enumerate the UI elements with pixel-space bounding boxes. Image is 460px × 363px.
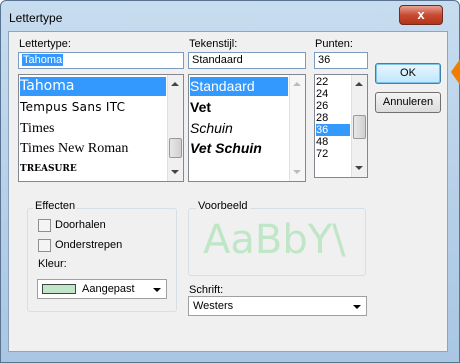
style-list-item[interactable]: Vet bbox=[190, 98, 211, 117]
style-list-item[interactable]: Vet Schuin bbox=[190, 139, 262, 158]
dialog-client-area: Lettertype: Tahoma Tahoma Tempus Sans IT… bbox=[8, 31, 448, 352]
scroll-up-icon[interactable] bbox=[293, 82, 301, 86]
script-value: Westers bbox=[193, 300, 234, 312]
scroll-down-icon[interactable] bbox=[171, 170, 179, 174]
size-list-item[interactable]: 36 bbox=[316, 124, 350, 136]
size-list-item[interactable]: 24 bbox=[316, 88, 328, 100]
style-list[interactable]: Standaard Vet Schuin Vet Schuin bbox=[188, 74, 306, 182]
size-list-item[interactable]: 28 bbox=[316, 112, 328, 124]
font-list-item[interactable]: Times New Roman bbox=[20, 139, 128, 158]
scroll-thumb[interactable] bbox=[169, 138, 182, 158]
size-list-item[interactable]: 48 bbox=[316, 136, 328, 148]
size-label: Punten: bbox=[315, 38, 353, 50]
preview-group-label: Voorbeeld bbox=[196, 200, 250, 212]
style-list-item[interactable]: Schuin bbox=[190, 119, 233, 138]
color-swatch bbox=[42, 284, 76, 294]
preview-sample: AaBbY\ bbox=[203, 217, 346, 263]
color-dropdown[interactable]: Aangepast bbox=[37, 279, 167, 299]
close-button[interactable]: x bbox=[399, 5, 443, 25]
close-icon: x bbox=[417, 7, 425, 22]
font-list[interactable]: Tahoma Tempus Sans ITC Times Times New R… bbox=[18, 74, 184, 182]
window-title: Lettertype bbox=[9, 11, 63, 25]
chevron-down-icon bbox=[153, 288, 161, 292]
font-list-item[interactable]: Tempus Sans ITC bbox=[20, 98, 125, 117]
strikeout-label: Doorhalen bbox=[55, 219, 106, 231]
ok-button[interactable]: OK bbox=[375, 63, 441, 84]
font-list-item[interactable]: Times bbox=[20, 119, 55, 138]
size-value: 36 bbox=[318, 54, 331, 66]
font-name-value: Tahoma bbox=[22, 54, 64, 66]
script-label: Schrift: bbox=[189, 284, 224, 296]
size-list[interactable]: 22 24 26 28 36 48 72 bbox=[314, 74, 368, 178]
font-list-item[interactable]: Tahoma bbox=[20, 77, 166, 96]
style-list-item[interactable]: Standaard bbox=[190, 77, 288, 96]
chevron-down-icon bbox=[353, 305, 361, 309]
size-list-scrollbar[interactable] bbox=[351, 75, 367, 177]
size-input[interactable]: 36 bbox=[314, 52, 368, 69]
strikeout-checkbox[interactable] bbox=[38, 219, 51, 232]
size-list-item[interactable]: 26 bbox=[316, 100, 328, 112]
size-list-item[interactable]: 22 bbox=[316, 76, 328, 88]
script-dropdown[interactable]: Westers bbox=[188, 296, 367, 316]
style-value: Standaard bbox=[192, 54, 243, 66]
color-value: Aangepast bbox=[82, 283, 135, 295]
underline-label: Onderstrepen bbox=[55, 239, 123, 251]
scroll-down-icon[interactable] bbox=[355, 166, 363, 170]
preview-area: AaBbY\ bbox=[190, 216, 364, 272]
font-list-item[interactable]: TREASURE bbox=[20, 161, 77, 177]
font-list-scrollbar[interactable] bbox=[167, 75, 183, 181]
size-list-item[interactable]: 72 bbox=[316, 148, 328, 160]
effects-group-label: Effecten bbox=[33, 200, 78, 212]
color-label: Kleur: bbox=[38, 258, 67, 270]
font-dialog-window: Lettertype x Lettertype: Tahoma Tahoma T… bbox=[0, 0, 460, 363]
underline-checkbox[interactable] bbox=[38, 239, 51, 252]
cancel-button[interactable]: Annuleren bbox=[375, 92, 441, 113]
orange-callout-arrow bbox=[451, 52, 460, 92]
scroll-up-icon[interactable] bbox=[355, 82, 363, 86]
style-label: Tekenstijl: bbox=[189, 38, 238, 50]
scroll-down-icon[interactable] bbox=[293, 170, 301, 174]
style-list-scrollbar[interactable] bbox=[289, 75, 305, 181]
scroll-up-icon[interactable] bbox=[171, 82, 179, 86]
font-name-input[interactable]: Tahoma bbox=[18, 52, 184, 69]
scroll-thumb[interactable] bbox=[353, 115, 366, 139]
font-label: Lettertype: bbox=[19, 38, 71, 50]
style-input[interactable]: Standaard bbox=[188, 52, 306, 69]
